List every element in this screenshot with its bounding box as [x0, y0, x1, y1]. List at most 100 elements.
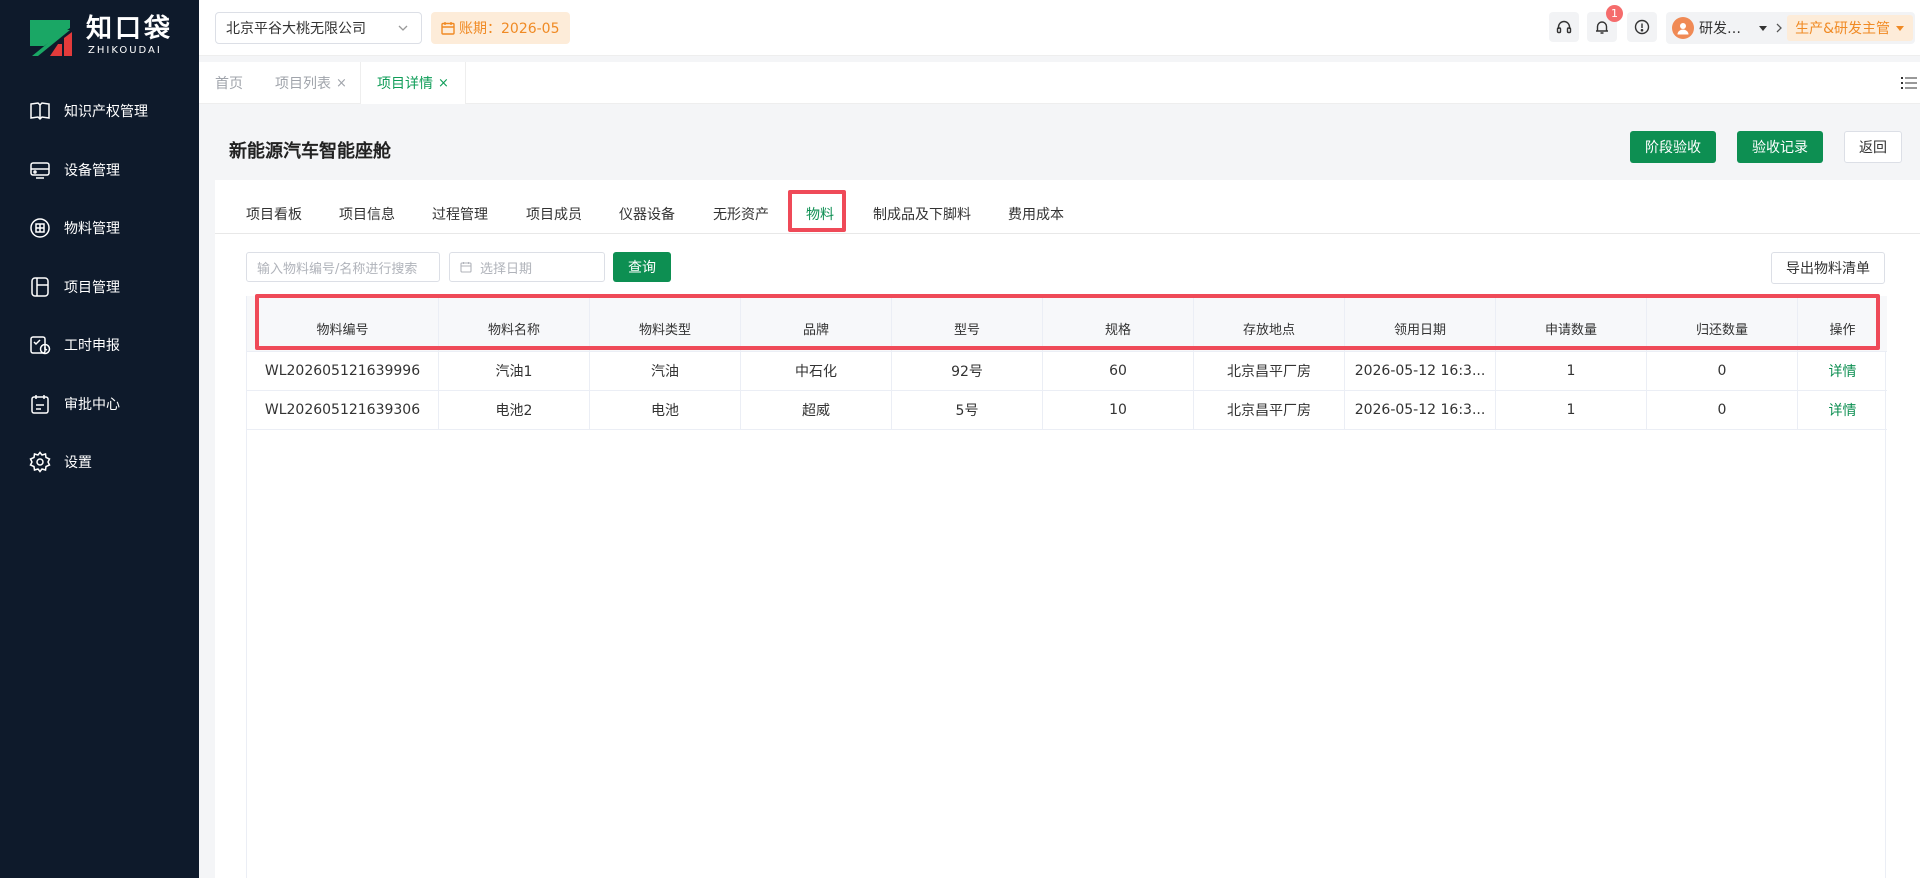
date-placeholder: 选择日期 — [480, 261, 533, 277]
table-cell: 汽油 — [590, 352, 741, 390]
highlight-box-tab — [788, 190, 846, 232]
highlight-box-header — [255, 294, 1880, 350]
avatar — [1672, 17, 1694, 39]
sidebar-item-label: 设备管理 — [64, 162, 120, 179]
sidebar-item-approval-center[interactable]: 审批中心 — [0, 375, 199, 434]
page-title: 新能源汽车智能座舱 — [229, 141, 391, 162]
tab-intangible-assets[interactable]: 无形资产 — [713, 204, 769, 224]
logo-subtext: ZHIKOUDAI — [88, 45, 162, 56]
materials-table: 物料编号 物料名称 物料类型 品牌 型号 规格 存放地点 领用日期 申请数量 归… — [246, 296, 1887, 878]
table-cell: 2026-05-12 16:3... — [1345, 352, 1496, 390]
period-text: 账期：2026-05 — [459, 21, 560, 37]
table-cell: 92号 — [892, 352, 1043, 390]
export-materials-button[interactable]: 导出物料清单 — [1771, 252, 1885, 284]
table-cell: 电池 — [590, 391, 741, 429]
sidebar-menu: 知识产权管理 设备管理 物料管理 项目管理 工时申报 审批中心 设置 — [0, 82, 199, 492]
table-cell: 5号 — [892, 391, 1043, 429]
table-cell: WL202605121639306 — [247, 391, 439, 429]
sidebar: 知口袋 ZHIKOUDAI 知识产权管理 设备管理 物料管理 项目管理 工时申报… — [0, 0, 199, 878]
search-input[interactable]: 输入物料编号/名称进行搜索 — [246, 252, 440, 282]
sidebar-item-timesheet[interactable]: 工时申报 — [0, 316, 199, 375]
user-icon — [1677, 23, 1689, 35]
table-cell: 60 — [1043, 352, 1194, 390]
calendar-icon — [441, 22, 455, 35]
tab-cost[interactable]: 费用成本 — [1008, 204, 1064, 224]
tab-finished-products[interactable]: 制成品及下脚料 — [873, 204, 971, 224]
caret-down-icon — [1896, 26, 1904, 31]
sidebar-item-device-management[interactable]: 设备管理 — [0, 141, 199, 200]
tab-instruments[interactable]: 仪器设备 — [619, 204, 675, 224]
tab-project-board[interactable]: 项目看板 — [246, 204, 302, 224]
page-tabs-bar: 首页 项目列表 × 项目详情 × — [199, 62, 1920, 104]
table-row: WL202605121639996 汽油1 汽油 中石化 92号 60 北京昌平… — [247, 352, 1887, 391]
sidebar-item-label: 知识产权管理 — [64, 104, 148, 121]
material-icon — [28, 216, 52, 240]
user-name: 研发… — [1699, 21, 1741, 37]
timesheet-icon — [28, 333, 52, 357]
gear-icon — [28, 450, 52, 474]
tab-project-detail[interactable]: 项目详情 × — [360, 62, 466, 104]
logo-mark-icon — [30, 20, 72, 56]
company-select-value: 北京平谷大桃无限公司 — [226, 21, 366, 37]
sidebar-item-project-management[interactable]: 项目管理 — [0, 258, 199, 317]
tab-project-info[interactable]: 项目信息 — [339, 204, 395, 224]
tab-label: 项目列表 — [275, 76, 331, 92]
top-header: 北京平谷大桃无限公司 账期：2026-05 1 研发… 生产&研发主管 — [199, 0, 1920, 56]
tab-project-members[interactable]: 项目成员 — [526, 204, 582, 224]
date-picker[interactable]: 选择日期 — [449, 252, 605, 282]
table-cell: 超威 — [741, 391, 892, 429]
headset-icon — [1556, 20, 1572, 34]
logo-text: 知口袋 — [86, 14, 174, 44]
tab-label: 项目详情 — [377, 76, 433, 92]
sidebar-item-settings[interactable]: 设置 — [0, 433, 199, 492]
info-icon — [1634, 19, 1650, 35]
query-button[interactable]: 查询 — [613, 252, 671, 282]
chevron-down-icon — [398, 25, 408, 31]
notification-badge: 1 — [1606, 5, 1623, 22]
tab-process-management[interactable]: 过程管理 — [432, 204, 488, 224]
close-icon[interactable]: × — [438, 76, 449, 91]
sidebar-item-ip-management[interactable]: 知识产权管理 — [0, 82, 199, 141]
stage-accept-button[interactable]: 阶段验收 — [1630, 131, 1716, 163]
tab-label: 首页 — [215, 76, 243, 92]
headset-button[interactable] — [1549, 12, 1579, 42]
accept-record-button[interactable]: 验收记录 — [1737, 131, 1823, 163]
table-cell: 1 — [1496, 352, 1647, 390]
sidebar-item-label: 设置 — [64, 455, 92, 472]
book-icon — [28, 99, 52, 123]
info-button[interactable] — [1627, 12, 1657, 42]
table-cell: 北京昌平厂房 — [1194, 352, 1345, 390]
sidebar-item-material-management[interactable]: 物料管理 — [0, 199, 199, 258]
table-row: WL202605121639306 电池2 电池 超威 5号 10 北京昌平厂房… — [247, 391, 1887, 430]
detail-link[interactable]: 详情 — [1798, 391, 1887, 429]
logo[interactable]: 知口袋 ZHIKOUDAI — [28, 14, 188, 60]
period-tag[interactable]: 账期：2026-05 — [431, 12, 570, 44]
tab-home[interactable]: 首页 — [215, 62, 243, 104]
table-cell: 2026-05-12 16:3... — [1345, 391, 1496, 429]
sidebar-item-label: 物料管理 — [64, 221, 120, 238]
list-icon — [1901, 77, 1917, 89]
notification-button[interactable]: 1 — [1587, 5, 1623, 42]
chevron-right-icon — [1776, 23, 1782, 33]
table-cell: 0 — [1647, 391, 1798, 429]
section-tabs: 项目看板 项目信息 过程管理 项目成员 仪器设备 无形资产 物料 制成品及下脚料… — [215, 180, 1920, 234]
role-text: 生产&研发主管 — [1795, 21, 1890, 37]
detail-link[interactable]: 详情 — [1798, 352, 1887, 390]
table-cell: 电池2 — [439, 391, 590, 429]
table-cell: 中石化 — [741, 352, 892, 390]
sidebar-item-label: 工时申报 — [64, 338, 120, 355]
calendar-icon — [460, 262, 472, 273]
table-cell: 0 — [1647, 352, 1798, 390]
table-cell: 1 — [1496, 391, 1647, 429]
project-icon — [28, 275, 52, 299]
role-tag[interactable]: 生产&研发主管 — [1787, 15, 1913, 41]
user-menu[interactable]: 研发… 生产&研发主管 — [1666, 12, 1915, 44]
back-button[interactable]: 返回 — [1844, 131, 1902, 163]
menu-list-button[interactable] — [1898, 72, 1920, 94]
approval-icon — [28, 392, 52, 416]
content-card: 项目看板 项目信息 过程管理 项目成员 仪器设备 无形资产 物料 制成品及下脚料… — [215, 180, 1920, 878]
close-icon[interactable]: × — [336, 76, 347, 91]
table-cell: 北京昌平厂房 — [1194, 391, 1345, 429]
company-select[interactable]: 北京平谷大桃无限公司 — [215, 12, 422, 44]
tab-project-list[interactable]: 项目列表 × — [275, 62, 347, 104]
